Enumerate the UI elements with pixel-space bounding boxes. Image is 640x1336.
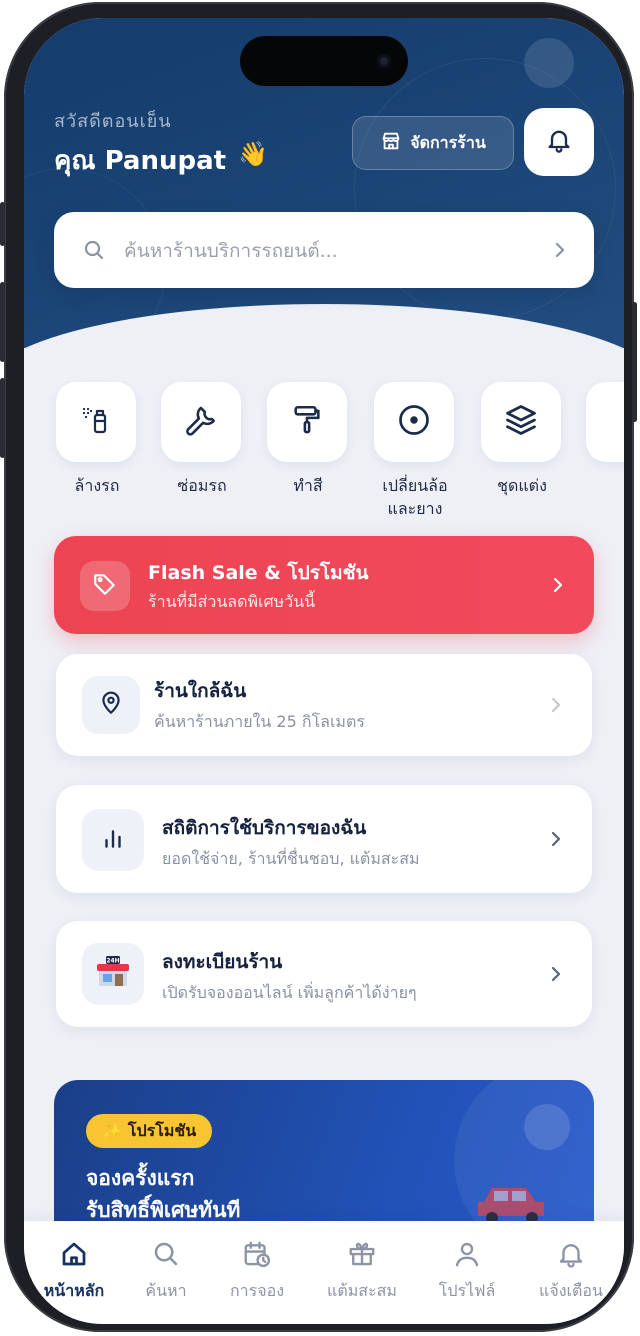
promo-badge: ✨ โปรโมชัน [86, 1114, 213, 1148]
tag-icon [92, 571, 118, 601]
notification-button[interactable] [524, 108, 594, 176]
header-banner: สวัสดีตอนเย็น คุณ Panupat 👋 จัดการร้าน ค… [24, 18, 624, 444]
calendar-clock-icon [242, 1241, 272, 1273]
category-label: ชุดแต่ง [497, 476, 547, 495]
sparkle-icon: ✨ [102, 1121, 122, 1141]
side-button-volume-up [0, 282, 5, 362]
category-label: เปลี่ยนล้อ และยาง [382, 476, 448, 518]
tab-home[interactable]: หน้าหลัก [24, 1239, 124, 1304]
chevron-right-icon [550, 239, 570, 265]
category-icon-box [481, 382, 561, 462]
user-name: คุณ Panupat [54, 146, 227, 176]
card-icon-box: 24H [82, 943, 144, 1005]
tab-bookings[interactable]: การจอง [207, 1239, 307, 1304]
promo-headline: จองครั้งแรก รับสิทธิ์พิเศษทันที [86, 1162, 240, 1226]
bell-icon [545, 126, 573, 158]
side-button-power [632, 302, 637, 422]
category-label: ล้างรถ [74, 476, 120, 495]
flash-sale-subtitle: ร้านที่มีส่วนลดพิเศษวันนี้ [148, 592, 316, 611]
tab-label: หน้าหลัก [43, 1281, 105, 1300]
category-accessories[interactable]: ชุดแต่ง [481, 382, 563, 497]
app-screen: สวัสดีตอนเย็น คุณ Panupat 👋 จัดการร้าน ค… [24, 18, 624, 1324]
promo-badge-label: โปรโมชัน [127, 1120, 197, 1140]
tab-label: ค้นหา [145, 1281, 187, 1300]
tab-label: แจ้งเตือน [539, 1281, 603, 1300]
wheel-icon [396, 402, 432, 442]
tab-notifications[interactable]: แจ้งเตือน [521, 1239, 621, 1304]
category-more[interactable] [586, 382, 624, 462]
side-button-action [0, 202, 5, 246]
chevron-right-icon [546, 694, 566, 720]
greeting-text: สวัสดีตอนเย็น [54, 111, 172, 132]
search-icon [82, 238, 106, 266]
nearby-shops-card[interactable]: ร้านใกล้ฉัน ค้นหาร้านภายใน 25 กิโลเมตร [56, 654, 592, 756]
store-24h-icon: 24H [95, 955, 131, 993]
bell-icon [556, 1244, 586, 1273]
card-subtitle: ค้นหาร้านภายใน 25 กิโลเมตร [154, 712, 365, 731]
category-label: ซ่อมรถ [177, 476, 227, 495]
camera-icon [377, 54, 391, 68]
tab-label: โปรไฟล์ [438, 1281, 496, 1300]
flash-sale-title: Flash Sale & โปรโมชัน [148, 562, 369, 584]
card-title: ร้านใกล้ฉัน [154, 680, 247, 702]
card-title: สถิติการใช้บริการของฉัน [162, 817, 367, 839]
chevron-right-icon [548, 574, 568, 600]
phone-frame: สวัสดีตอนเย็น คุณ Panupat 👋 จัดการร้าน ค… [0, 2, 637, 1332]
tab-search[interactable]: ค้นหา [116, 1239, 216, 1304]
search-placeholder: ค้นหาร้านบริการรถยนต์... [124, 240, 338, 262]
tab-label: แต้มสะสม [327, 1281, 397, 1300]
card-subtitle: เปิดรับจองออนไลน์ เพิ่มลูกค้าได้ง่ายๆ [162, 983, 417, 1002]
bottom-tab-bar: หน้าหลัก ค้นหา การจอง แต้มสะสม โปรไฟล์ แ… [24, 1221, 624, 1324]
category-icon-box [267, 382, 347, 462]
search-bar[interactable]: ค้นหาร้านบริการรถยนต์... [54, 212, 594, 288]
my-stats-card[interactable]: สถิติการใช้บริการของฉัน ยอดใช้จ่าย, ร้าน… [56, 785, 592, 893]
category-icon-box [56, 382, 136, 462]
category-row: ล้างรถ ซ่อมรถ ทำสี เปลี่ยนล้อ และยาง ชุด… [56, 382, 624, 532]
search-icon [151, 1242, 181, 1273]
register-shop-card[interactable]: 24H ลงทะเบียนร้าน เปิดรับจองออนไลน์ เพิ่… [56, 921, 592, 1027]
category-icon-box [374, 382, 454, 462]
flash-sale-banner[interactable]: Flash Sale & โปรโมชัน ร้านที่มีส่วนลดพิเ… [54, 536, 594, 634]
decorative-circle [524, 1104, 570, 1150]
tab-points[interactable]: แต้มสะสม [312, 1239, 412, 1304]
dynamic-island [240, 36, 408, 86]
category-label: ทำสี [293, 476, 323, 495]
location-pin-icon [98, 690, 124, 720]
category-car-repair[interactable]: ซ่อมรถ [161, 382, 243, 497]
category-tires[interactable]: เปลี่ยนล้อ และยาง [374, 382, 456, 520]
tab-profile[interactable]: โปรไฟล์ [417, 1239, 517, 1304]
promo-headline-line-1: จองครั้งแรก [86, 1166, 195, 1190]
store-icon [380, 130, 402, 156]
category-icon-box [161, 382, 241, 462]
wrench-icon [184, 403, 218, 441]
bar-chart-icon [100, 825, 126, 855]
chevron-right-icon [546, 828, 566, 854]
tag-icon-box [80, 561, 130, 611]
user-icon [452, 1242, 482, 1273]
paint-roller-icon [290, 403, 324, 441]
card-icon-box [82, 676, 140, 734]
home-icon [59, 1242, 89, 1273]
gift-icon [347, 1242, 377, 1273]
category-icon-box [586, 382, 624, 462]
wave-emoji-icon: 👋 [238, 140, 268, 168]
card-title: ลงทะเบียนร้าน [162, 951, 283, 973]
manage-shop-button[interactable]: จัดการร้าน [352, 116, 514, 170]
card-icon-box [82, 809, 144, 871]
side-button-volume-down [0, 378, 5, 458]
category-painting[interactable]: ทำสี [267, 382, 349, 497]
manage-shop-label: จัดการร้าน [410, 132, 486, 152]
spray-bottle-icon [79, 403, 113, 441]
layers-icon [503, 402, 539, 442]
tab-label: การจอง [229, 1281, 285, 1300]
category-car-wash[interactable]: ล้างรถ [56, 382, 138, 497]
card-subtitle: ยอดใช้จ่าย, ร้านที่ชื่นชอบ, แต้มสะสม [162, 849, 420, 868]
chevron-right-icon [546, 963, 566, 989]
svg-text:24H: 24H [106, 958, 119, 965]
